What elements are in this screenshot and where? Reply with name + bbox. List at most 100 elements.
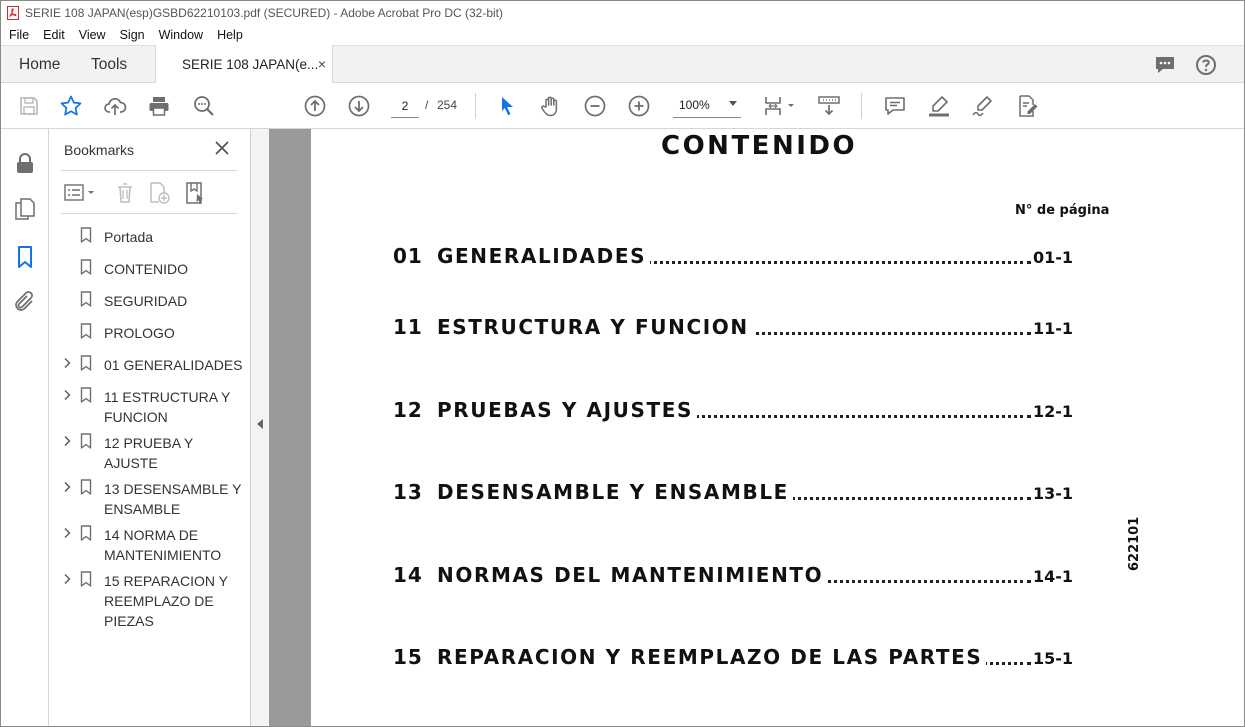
acrobat-window: SERIE 108 JAPAN(esp)GSBD62210103.pdf (SE…	[0, 0, 1245, 727]
menu-file[interactable]: File	[9, 28, 29, 42]
bookmark-options-icon[interactable]	[63, 181, 97, 205]
bookmark-item[interactable]: 11 ESTRUCTURA Y FUNCION	[49, 385, 251, 431]
tab-tools[interactable]: Tools	[91, 56, 127, 74]
bookmark-item[interactable]: 14 NORMA DE MANTENIMIENTO	[49, 523, 251, 569]
chevron-right-icon[interactable]	[62, 527, 72, 539]
menu-edit[interactable]: Edit	[43, 28, 65, 42]
toc-page-number: 01-1	[1032, 248, 1073, 267]
bookmark-panel-icon[interactable]	[13, 245, 37, 269]
side-code: 622101	[1127, 516, 1142, 571]
zoom-search-icon[interactable]	[192, 94, 216, 118]
collapse-arrow-icon	[257, 419, 263, 429]
lock-icon[interactable]	[13, 151, 37, 175]
bookmark-item[interactable]: 12 PRUEBA Y AJUSTE	[49, 431, 251, 477]
upload-cloud-icon[interactable]	[103, 94, 127, 118]
bookmark-label: SEGURIDAD	[104, 293, 188, 309]
tab-document-label: SERIE 108 JAPAN(e...	[182, 57, 319, 72]
toc-row[interactable]: 11 ESTRUCTURA Y FUNCION 11-1	[393, 315, 1073, 341]
bookmark-item[interactable]: 13 DESENSAMBLE Y ENSAMBLE	[49, 477, 251, 523]
toc-number: 14	[393, 563, 423, 587]
find-bookmark-icon[interactable]	[183, 181, 207, 205]
bookmark-item[interactable]: 15 REPARACION Y REEMPLAZO DE PIEZAS	[49, 569, 251, 635]
close-icon[interactable]	[213, 139, 231, 157]
toc-text: ESTRUCTURA Y FUNCION	[437, 315, 753, 339]
tab-document[interactable]: SERIE 108 JAPAN(e... ×	[155, 45, 333, 84]
bookmark-icon	[80, 433, 92, 449]
previous-page-icon[interactable]	[303, 94, 327, 118]
page-number-input[interactable]	[391, 94, 419, 118]
bookmark-item[interactable]: PROLOGO	[49, 321, 251, 353]
draw-sign-icon[interactable]	[971, 94, 995, 118]
bookmark-item[interactable]: Portada	[49, 225, 251, 257]
print-icon[interactable]	[147, 94, 171, 118]
comment-icon[interactable]	[1153, 53, 1177, 77]
panel-divider	[61, 170, 237, 171]
toc-row[interactable]: 01 GENERALIDADES 01-1	[393, 244, 1073, 270]
scroll-mode-icon[interactable]	[817, 94, 841, 118]
star-icon[interactable]	[59, 94, 83, 118]
tab-close-button[interactable]: ×	[318, 56, 326, 72]
fill-sign-icon[interactable]	[1015, 94, 1039, 118]
bookmark-icon	[80, 571, 92, 587]
menu-window[interactable]: Window	[159, 28, 203, 42]
menu-help[interactable]: Help	[217, 28, 243, 42]
page-thumbnails-icon[interactable]	[13, 197, 37, 221]
bookmarks-title: Bookmarks	[64, 142, 135, 158]
delete-bookmark-icon[interactable]	[113, 181, 137, 205]
toc-number: 13	[393, 480, 423, 504]
bookmark-label: 11 ESTRUCTURA Y FUNCION	[104, 389, 231, 425]
document-page[interactable]: CONTENIDO N° de página 01 GENERALIDADES 01…	[311, 129, 1244, 726]
bookmark-label: 15 REPARACION Y REEMPLAZO DE PIEZAS	[104, 573, 228, 629]
chevron-down-icon	[729, 101, 737, 106]
select-cursor-icon[interactable]	[495, 94, 519, 118]
save-icon[interactable]	[17, 94, 41, 118]
zoom-out-icon[interactable]	[583, 94, 607, 118]
page-display-icon[interactable]	[763, 94, 797, 118]
toc-page-number: 11-1	[1032, 319, 1073, 338]
bookmark-item[interactable]: 01 GENERALIDADES	[49, 353, 251, 385]
add-comment-icon[interactable]	[883, 94, 907, 118]
bookmark-icon	[80, 525, 92, 541]
bookmark-item[interactable]: SEGURIDAD	[49, 289, 251, 321]
zoom-level-value: 100%	[679, 98, 710, 112]
attachment-icon[interactable]	[13, 290, 37, 314]
new-bookmark-icon[interactable]	[147, 181, 171, 205]
hand-tool-icon[interactable]	[539, 94, 563, 118]
toolbar: / 254 100%	[1, 83, 1244, 129]
bookmark-icon	[80, 479, 92, 495]
tab-home[interactable]: Home	[19, 56, 60, 74]
bookmark-icon	[80, 259, 92, 275]
chevron-right-icon[interactable]	[62, 481, 72, 493]
toc-row[interactable]: 15 REPARACION Y REEMPLAZO DE LAS PARTES 15…	[393, 645, 1073, 671]
help-icon[interactable]	[1194, 53, 1218, 77]
bookmark-icon	[80, 291, 92, 307]
chevron-right-icon[interactable]	[62, 389, 72, 401]
bookmarks-panel: Bookmarks Portada CONTENIDO SEGURIDAD PROLO…	[49, 129, 251, 726]
toc-text: REPARACION Y REEMPLAZO DE LAS PARTES	[437, 645, 987, 669]
toolbar-divider	[861, 93, 862, 119]
chevron-right-icon[interactable]	[62, 357, 72, 369]
highlight-pen-icon[interactable]	[927, 94, 951, 118]
window-title: SERIE 108 JAPAN(esp)GSBD62210103.pdf (SE…	[25, 6, 503, 20]
bookmark-label: CONTENIDO	[104, 261, 188, 277]
bookmark-icon	[80, 227, 92, 243]
toc-row[interactable]: 12 PRUEBAS Y AJUSTES 12-1	[393, 398, 1073, 424]
next-page-icon[interactable]	[347, 94, 371, 118]
chevron-right-icon[interactable]	[62, 435, 72, 447]
zoom-in-icon[interactable]	[627, 94, 651, 118]
toc-number: 11	[393, 315, 423, 339]
bookmark-label: PROLOGO	[104, 325, 175, 341]
bookmark-item[interactable]: CONTENIDO	[49, 257, 251, 289]
toc-text: NORMAS DEL MANTENIMIENTO	[437, 563, 828, 587]
menu-view[interactable]: View	[79, 28, 106, 42]
zoom-level-select[interactable]: 100%	[673, 94, 741, 118]
chevron-right-icon[interactable]	[62, 573, 72, 585]
menu-sign[interactable]: Sign	[120, 28, 145, 42]
toc-row[interactable]: 14 NORMAS DEL MANTENIMIENTO 14-1	[393, 563, 1073, 589]
toc-page-number: 15-1	[1032, 649, 1073, 668]
panel-collapse-handle[interactable]	[251, 129, 269, 726]
acrobat-icon	[7, 6, 19, 20]
toc-row[interactable]: 13 DESENSAMBLE Y ENSAMBLE 13-1	[393, 480, 1073, 506]
panel-divider	[61, 213, 237, 214]
toc-text: GENERALIDADES	[437, 244, 651, 268]
